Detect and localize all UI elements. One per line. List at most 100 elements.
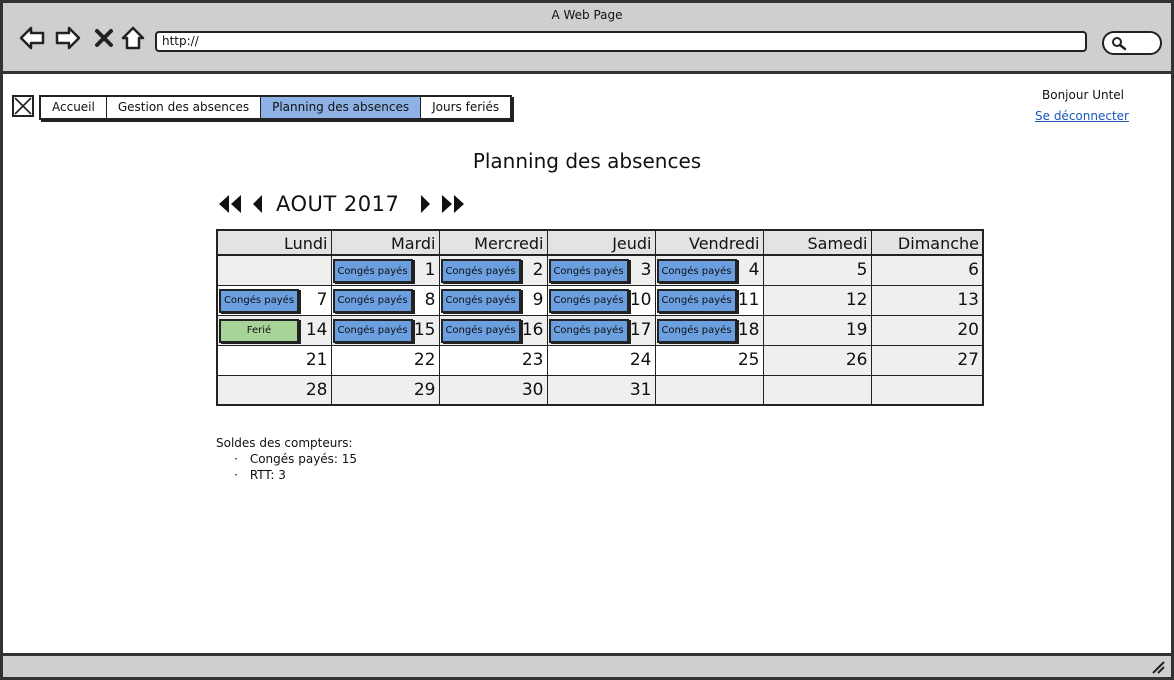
next-year-icon[interactable] <box>439 192 467 216</box>
browser-window: A Web Page http:// Accueil Gestion des a… <box>0 0 1174 680</box>
weekday-header-row: Lundi Mardi Mercredi Jeudi Vendredi Same… <box>216 229 984 256</box>
search-icon <box>1112 37 1127 51</box>
calendar-week-row: Ferié 14 Congés payés 15 Congés payés 16 Congé… <box>216 314 984 346</box>
day-number: 7 <box>316 290 328 310</box>
calendar-week-row: 28 29 30 31 <box>216 374 984 406</box>
calendar-day-cell[interactable]: 26 <box>762 344 872 376</box>
calendar-day-cell[interactable]: Congés payés 18 <box>654 314 764 346</box>
calendar-day-cell[interactable]: 21 <box>216 344 332 376</box>
tab-planning-des-absences[interactable]: Planning des absences <box>261 97 422 118</box>
holiday-chip[interactable]: Ferié <box>219 318 299 343</box>
calendar-day-cell[interactable]: 25 <box>654 344 764 376</box>
day-number: 16 <box>521 320 544 340</box>
tab-accueil[interactable]: Accueil <box>41 97 107 118</box>
leave-chip[interactable]: Congés payés <box>440 259 521 283</box>
calendar-day-cell[interactable]: 27 <box>870 344 984 376</box>
calendar-day-cell[interactable]: Congés payés 3 <box>546 254 656 286</box>
day-number: 25 <box>737 350 760 370</box>
calendar-day-cell[interactable]: Ferié 14 <box>216 314 332 346</box>
calendar-day-cell[interactable]: 28 <box>216 374 332 406</box>
leave-chip[interactable]: Congés payés <box>656 318 737 343</box>
previous-year-icon[interactable] <box>216 192 244 216</box>
leave-chip[interactable]: Congés payés <box>656 288 737 313</box>
day-number: 5 <box>856 260 868 281</box>
calendar-day-cell[interactable]: Congés payés 1 <box>330 254 440 286</box>
leave-chip[interactable]: Congés payés <box>548 259 629 283</box>
weekday-header: Lundi <box>216 229 332 256</box>
leave-chip[interactable]: Congés payés <box>440 318 521 343</box>
window-title: A Web Page <box>551 8 623 22</box>
calendar-day-cell[interactable]: 31 <box>546 374 656 406</box>
calendar-day-cell[interactable]: Congés payés 10 <box>546 284 656 316</box>
leave-chip[interactable]: Congés payés <box>332 259 413 283</box>
calendar-day-cell[interactable]: Congés payés 15 <box>330 314 440 346</box>
browser-chrome: A Web Page http:// <box>3 3 1171 74</box>
calendar-day-cell[interactable]: 5 <box>762 254 872 286</box>
counter-item: RTT: 3 <box>234 467 357 483</box>
weekday-header: Samedi <box>762 229 872 256</box>
day-number: 17 <box>629 320 652 340</box>
calendar-day-cell[interactable]: 20 <box>870 314 984 346</box>
day-number: 10 <box>629 290 652 310</box>
leave-chip[interactable]: Congés payés <box>656 259 737 283</box>
weekday-header: Dimanche <box>870 229 984 256</box>
page-title: Planning des absences <box>472 149 702 173</box>
day-number: 8 <box>424 290 436 310</box>
calendar-day-cell[interactable]: 22 <box>330 344 440 376</box>
day-number: 11 <box>737 290 760 310</box>
calendar-day-cell[interactable]: Congés payés 4 <box>654 254 764 286</box>
calendar-day-cell[interactable] <box>762 374 872 406</box>
calendar-day-cell[interactable]: 29 <box>330 374 440 406</box>
month-calendar: Lundi Mardi Mercredi Jeudi Vendredi Same… <box>216 229 984 406</box>
leave-chip[interactable]: Congés payés <box>219 288 299 313</box>
weekday-header: Jeudi <box>546 229 656 256</box>
calendar-day-cell[interactable]: 12 <box>762 284 872 316</box>
resize-grip-icon[interactable] <box>1151 660 1165 674</box>
calendar-day-cell[interactable]: Congés payés 16 <box>438 314 548 346</box>
calendar-day-cell[interactable]: 6 <box>870 254 984 286</box>
leave-chip[interactable]: Congés payés <box>332 318 413 343</box>
calendar-day-cell[interactable]: Congés payés 2 <box>438 254 548 286</box>
day-number: 24 <box>629 350 652 370</box>
calendar-day-cell[interactable]: Congés payés 7 <box>216 284 332 316</box>
calendar-day-cell[interactable]: 23 <box>438 344 548 376</box>
day-number: 31 <box>629 379 652 400</box>
back-icon[interactable] <box>17 23 47 53</box>
next-month-icon[interactable] <box>411 192 439 216</box>
calendar-day-cell[interactable]: Congés payés 8 <box>330 284 440 316</box>
weekday-header: Vendredi <box>654 229 764 256</box>
day-number: 12 <box>845 290 868 310</box>
tab-jours-feries[interactable]: Jours feriés <box>421 97 510 118</box>
calendar-day-cell[interactable]: 13 <box>870 284 984 316</box>
day-number: 18 <box>737 320 760 340</box>
day-number: 27 <box>957 350 979 370</box>
calendar-day-cell[interactable]: 19 <box>762 314 872 346</box>
day-number: 22 <box>413 350 436 370</box>
day-number: 29 <box>413 379 436 400</box>
browser-search-input[interactable] <box>1102 31 1162 55</box>
day-number: 23 <box>521 350 544 370</box>
calendar-day-cell[interactable]: 30 <box>438 374 548 406</box>
day-number: 4 <box>748 260 760 281</box>
url-input[interactable]: http:// <box>155 31 1087 52</box>
close-icon[interactable] <box>12 95 34 117</box>
previous-month-icon[interactable] <box>244 192 272 216</box>
leave-chip[interactable]: Congés payés <box>332 288 413 313</box>
day-number: 21 <box>305 350 328 370</box>
calendar-day-cell[interactable] <box>870 374 984 406</box>
calendar-day-cell[interactable]: 24 <box>546 344 656 376</box>
forward-icon[interactable] <box>53 23 83 53</box>
day-number: 30 <box>521 379 544 400</box>
calendar-day-cell[interactable]: Congés payés 11 <box>654 284 764 316</box>
logout-link[interactable]: Se déconnecter <box>1035 109 1129 123</box>
home-icon[interactable] <box>118 23 148 53</box>
leave-chip[interactable]: Congés payés <box>548 288 629 313</box>
stop-icon[interactable] <box>89 23 119 53</box>
calendar-day-cell[interactable] <box>654 374 764 406</box>
calendar-day-cell[interactable]: Congés payés 17 <box>546 314 656 346</box>
calendar-day-cell[interactable]: Congés payés 9 <box>438 284 548 316</box>
calendar-day-cell[interactable] <box>216 254 332 286</box>
tab-gestion-des-absences[interactable]: Gestion des absences <box>107 97 262 118</box>
leave-chip[interactable]: Congés payés <box>440 288 521 313</box>
leave-chip[interactable]: Congés payés <box>548 318 629 343</box>
